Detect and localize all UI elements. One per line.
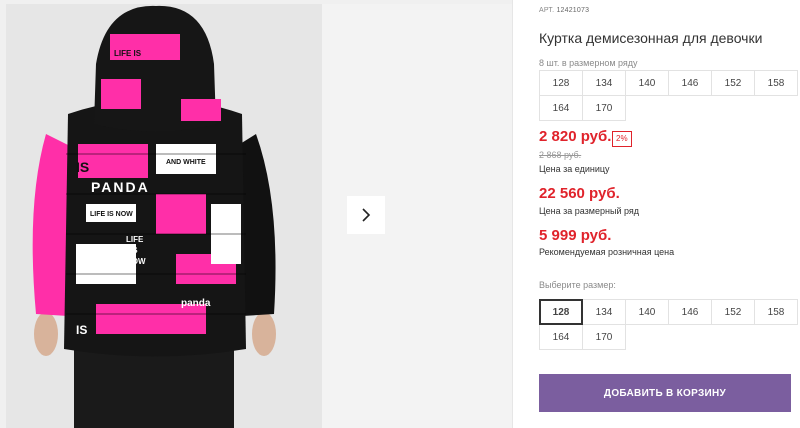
old-price: 2 868 руб. [539,150,582,160]
size-row-item: 158 [754,70,798,96]
sku-label: АРТ. [539,7,555,14]
size-row-price: 22 560 руб. [539,185,620,202]
chevron-right-icon [362,208,371,222]
size-row-item: 152 [711,70,755,96]
size-option[interactable]: 164 [539,324,583,350]
size-picker-label: Выберите размер: [539,280,616,290]
svg-text:AND WHITE: AND WHITE [166,159,206,166]
size-option[interactable]: 170 [582,324,626,350]
size-row-item: 146 [668,70,712,96]
product-gallery: PANDA IS AND WHITE LIFE IS NOW LIFE IS N… [0,0,512,428]
product-title: Куртка демисезонная для девочки [539,30,763,46]
size-row-item: 164 [539,95,583,121]
discount-badge: 2% [612,131,632,147]
size-option[interactable]: 140 [625,299,669,325]
size-row-item: 140 [625,70,669,96]
svg-text:panda: panda [181,298,211,309]
svg-text:NOW: NOW [126,257,146,266]
svg-text:IS: IS [130,246,138,255]
size-row-item: 170 [582,95,626,121]
size-row-item: 128 [539,70,583,96]
add-to-cart-button[interactable]: ДОБАВИТЬ В КОРЗИНУ [539,374,791,412]
size-row-grid: 128 134 140 146 152 158 164 170 [539,70,798,121]
unit-price: 2 820 руб. [539,128,612,145]
size-option-selected[interactable]: 128 [539,299,583,325]
size-option[interactable]: 134 [582,299,626,325]
size-row-item: 134 [582,70,626,96]
gallery-next-button[interactable] [347,196,385,234]
svg-text:IS: IS [76,159,89,175]
svg-text:LIFE: LIFE [126,235,144,244]
svg-text:LIFE IS NOW: LIFE IS NOW [90,211,133,218]
unit-price-caption: Цена за единицу [539,164,610,174]
svg-text:PANDA: PANDA [91,179,150,195]
sku-code: 12421073 [556,7,590,14]
product-photo[interactable]: PANDA IS AND WHITE LIFE IS NOW LIFE IS N… [6,4,322,428]
svg-text:IS: IS [76,323,87,337]
size-option[interactable]: 158 [754,299,798,325]
size-row-price-caption: Цена за размерный ряд [539,206,640,216]
size-option[interactable]: 152 [711,299,755,325]
sku-line: АРТ. 12421073 [539,7,589,14]
retail-price-caption: Рекомендуемая розничная цена [539,247,675,257]
size-row-label: 8 шт. в размерном ряду [539,58,638,68]
retail-price: 5 999 руб. [539,227,612,244]
jacket-illustration: PANDA IS AND WHITE LIFE IS NOW LIFE IS N… [6,4,322,428]
size-picker-grid: 128 134 140 146 152 158 164 170 [539,299,798,350]
size-option[interactable]: 146 [668,299,712,325]
svg-text:LIFE IS: LIFE IS [114,49,142,58]
panel-divider [512,0,513,428]
